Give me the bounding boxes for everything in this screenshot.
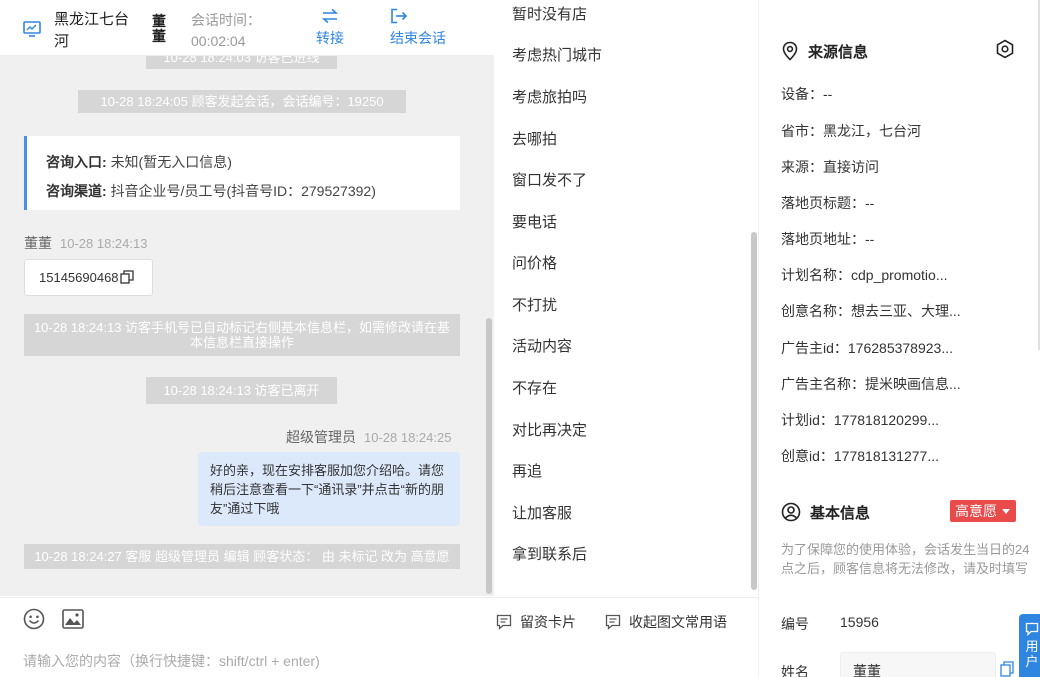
emoji-icon[interactable] (23, 608, 45, 630)
phone-number: 15145690468 (39, 270, 119, 285)
collapse-phrases-label: 收起图文常用语 (629, 614, 727, 630)
system-message: 10-28 18:24:03 访客已进线 (146, 56, 337, 69)
chat-scrollbar[interactable] (486, 318, 492, 594)
image-icon[interactable] (62, 609, 84, 629)
source-row: 来源：直接访问 (781, 159, 879, 175)
transfer-label: 转接 (316, 30, 344, 46)
chat-header: 黑龙江七台河 董董 会话时间： 00:02:04 转接 结束会话 (0, 0, 494, 56)
quick-reply-panel: 暂时没有店 考虑热门城市 考虑旅拍吗 去哪拍 窗口发不了 要电话 问价格 不打扰… (494, 0, 758, 597)
source-row: 广告主名称：提米映画信息... (781, 376, 961, 392)
monitor-icon (23, 21, 41, 37)
basic-title: 基本信息 (810, 505, 871, 522)
quick-reply-item[interactable]: 暂时没有店 (512, 3, 587, 24)
source-row: 广告主id：176285378923... (781, 340, 953, 356)
system-message: 10-28 18:24:27 客服 超级管理员 编辑 顾客状态： 由 未标记 改… (24, 544, 460, 569)
source-section-title: 来源信息 (781, 41, 868, 62)
logout-icon (391, 8, 408, 24)
intent-value: 高意愿 (955, 503, 997, 519)
message-meta: 超级管理员 10-28 18:24:25 (286, 427, 451, 447)
lead-card-button[interactable]: 留资卡片 (496, 612, 576, 632)
quick-reply-item[interactable]: 考虑旅拍吗 (512, 86, 587, 107)
source-row: 落地页标题：-- (781, 195, 875, 211)
quick-reply-item[interactable]: 窗口发不了 (512, 169, 587, 190)
location-pin-icon (782, 41, 798, 61)
entry-label: 咨询入口: (46, 154, 107, 170)
agent-message-bubble[interactable]: 好的亲，现在安排客服加您介绍哈。请您稍后注意查看一下“通讯录”并点击“新的朋友”… (198, 452, 460, 526)
channel-label: 咨询渠道: (46, 183, 107, 199)
visitor-name: 黑龙江七台河 (54, 11, 130, 50)
quick-reply-item[interactable]: 问价格 (512, 252, 557, 273)
quick-reply-item[interactable]: 再追 (512, 460, 542, 481)
quick-reply-item[interactable]: 不打扰 (512, 294, 557, 315)
quick-reply-item[interactable]: 对比再决定 (512, 419, 587, 440)
visitor-message-bubble[interactable]: 15145690468 (24, 259, 153, 296)
basic-section-title: 基本信息 (781, 502, 870, 523)
copy-icon[interactable] (1000, 661, 1014, 677)
agent-name: 董董 (152, 13, 166, 44)
name-label: 姓名 (781, 664, 809, 677)
collapse-phrases-button[interactable]: 收起图文常用语 (605, 612, 727, 632)
entry-info-card: 咨询入口: 未知(暂无入口信息) 咨询渠道: 抖音企业号/员工号(抖音号ID：2… (24, 136, 460, 210)
intent-status-dropdown[interactable]: 高意愿 (950, 500, 1016, 522)
system-message: 10-28 18:24:05 顾客发起会话，会话编号：19250 (78, 90, 406, 113)
id-value: 15956 (840, 614, 879, 630)
id-label: 编号 (781, 616, 809, 632)
message-time: 10-28 18:24:13 (60, 236, 148, 251)
quick-reply-item[interactable]: 拿到联系后 (512, 543, 587, 564)
name-field[interactable]: 董董 (840, 652, 996, 677)
message-icon (605, 614, 621, 630)
source-row: 落地页地址：-- (781, 231, 875, 247)
message-input[interactable]: 请输入您的内容（换行快捷键：shift/ctrl + enter) (23, 651, 320, 671)
system-message: 10-28 18:24:13 访客已离开 (146, 377, 337, 404)
chat-panel: 黑龙江七台河 董董 会话时间： 00:02:04 转接 结束会话 10-28 1… (0, 0, 494, 677)
session-time-label: 会话时间： (191, 12, 261, 28)
user-float-label: 用户 (1025, 639, 1039, 669)
copy-icon[interactable] (119, 270, 134, 284)
lead-card-label: 留资卡片 (520, 614, 576, 630)
caret-down-icon (1002, 509, 1010, 514)
source-row: 设备：-- (781, 86, 833, 102)
channel-value: 抖音企业号/员工号(抖音号ID：279527392) (110, 183, 376, 199)
sender-name: 超级管理员 (286, 429, 356, 445)
session-time: 00:02:04 (191, 33, 246, 49)
settings-hexagon-icon[interactable] (995, 39, 1015, 59)
source-row: 创意id：177818131277... (781, 448, 939, 464)
edit-notice: 为了保障您的使用体验，会话发生当日的24点之后，顾客信息将无法修改，请及时填写 (781, 542, 1030, 576)
source-title: 来源信息 (808, 44, 869, 61)
quick-reply-item[interactable]: 去哪拍 (512, 128, 557, 149)
message-list[interactable]: 10-28 18:24:03 访客已进线 10-28 18:24:05 顾客发起… (0, 56, 494, 596)
source-row: 创意名称：想去三亚、大理... (781, 303, 961, 319)
user-circle-icon (781, 502, 801, 522)
source-row: 省市：黑龙江，七台河 (781, 123, 921, 139)
quick-reply-item[interactable]: 考虑热门城市 (512, 44, 602, 65)
chat-bubble-icon (1025, 622, 1039, 637)
end-session-label: 结束会话 (390, 30, 446, 46)
quick-reply-item[interactable]: 活动内容 (512, 335, 572, 356)
transfer-button[interactable]: 转接 (316, 8, 344, 48)
quick-reply-scrollbar[interactable] (751, 232, 757, 590)
message-meta: 董董 10-28 18:24:13 (24, 233, 147, 253)
system-message: 10-28 18:24:13 访客手机号已自动标记右侧基本信息栏，如需修改请在基… (24, 314, 460, 356)
quick-reply-item[interactable]: 不存在 (512, 377, 557, 398)
quick-reply-item[interactable]: 要电话 (512, 211, 557, 232)
customer-info-panel: 来源信息 设备：-- 省市：黑龙江，七台河 来源：直接访问 落地页标题：-- 落… (758, 0, 1040, 677)
user-float-button[interactable]: 用户 (1019, 614, 1040, 677)
transfer-icon (321, 8, 339, 24)
source-row: 计划id：177818120299... (781, 412, 939, 428)
workspace: 黑龙江七台河 董董 会话时间： 00:02:04 转接 结束会话 10-28 1… (0, 0, 1040, 677)
quick-reply-item[interactable]: 让加客服 (512, 502, 572, 523)
end-session-button[interactable]: 结束会话 (390, 8, 446, 48)
message-input-area: 留资卡片 收起图文常用语 请输入您的内容（换行快捷键：shift/ctrl + … (0, 597, 758, 677)
source-row: 计划名称：cdp_promotio... (781, 267, 948, 283)
card-icon (496, 614, 512, 630)
sender-name: 董董 (24, 235, 52, 251)
message-time: 10-28 18:24:25 (364, 430, 452, 445)
entry-value: 未知(暂无入口信息) (110, 154, 232, 170)
